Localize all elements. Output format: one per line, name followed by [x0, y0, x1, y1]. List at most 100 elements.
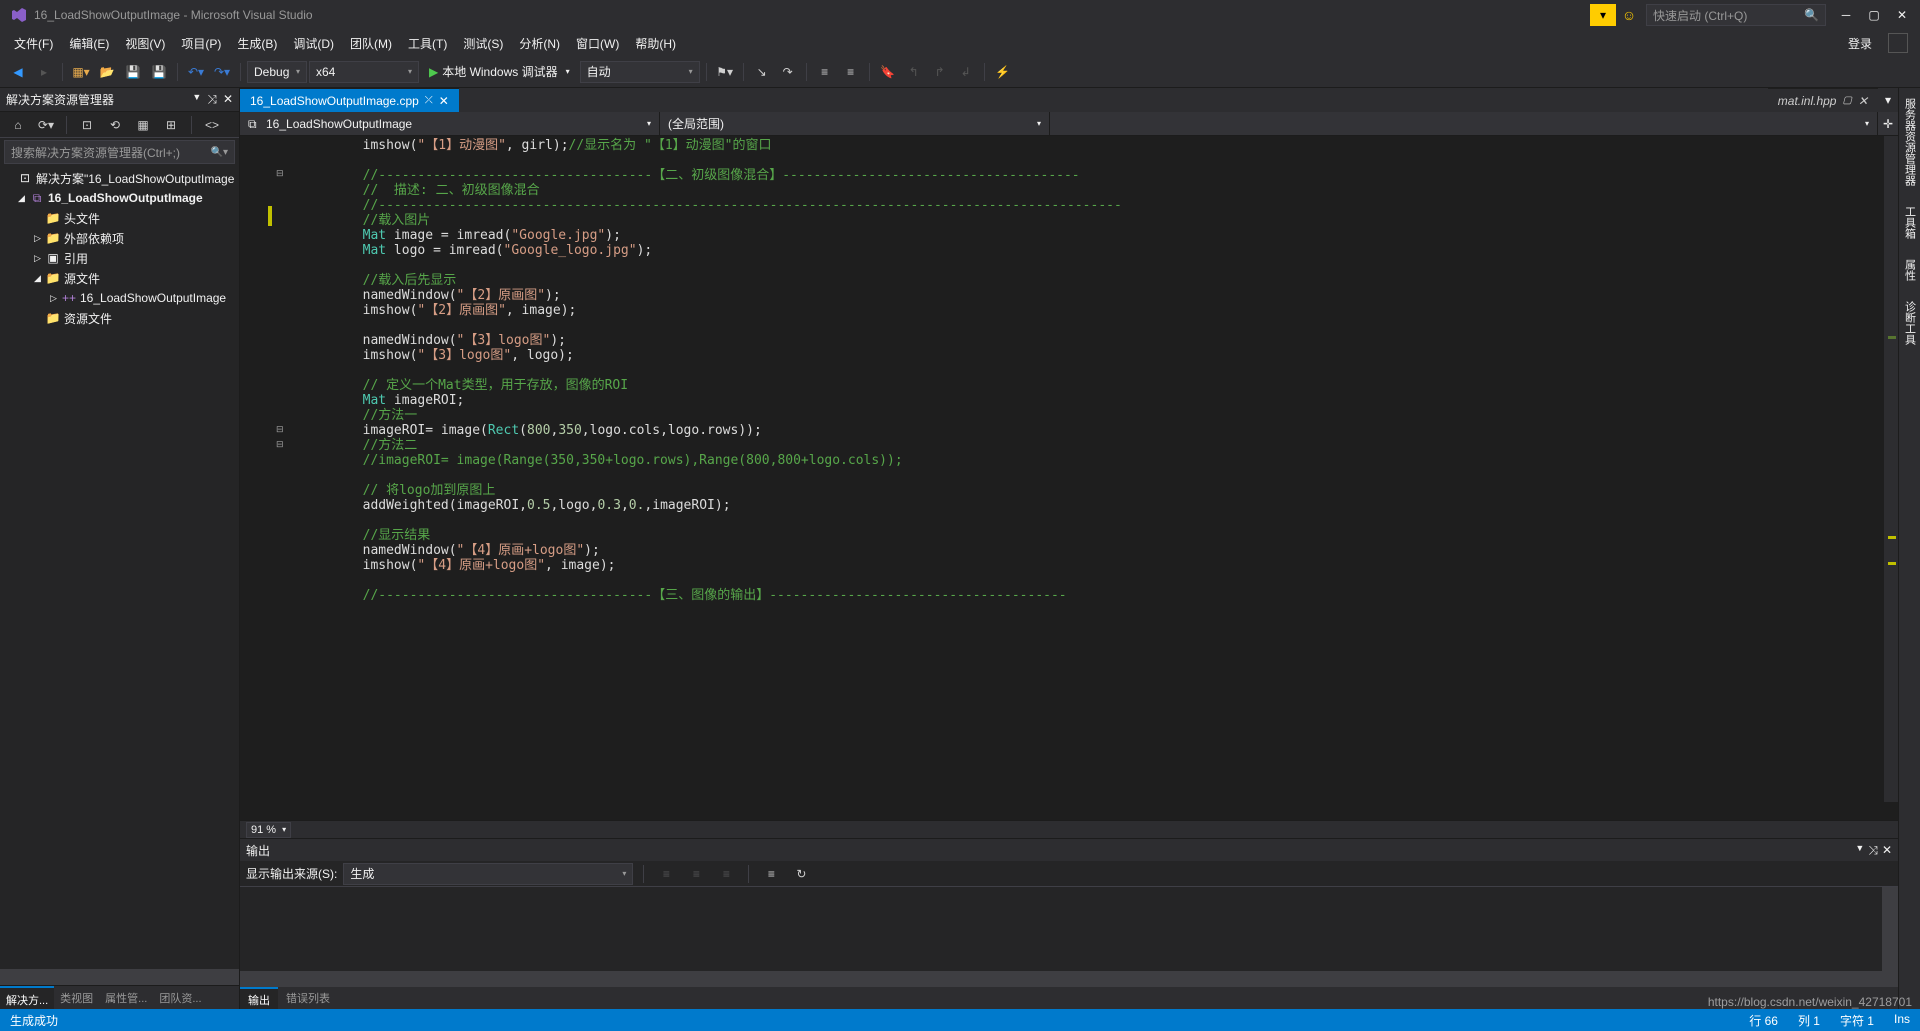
- menu-build[interactable]: 生成(B): [229, 31, 285, 56]
- scroll-minimap[interactable]: [1884, 136, 1898, 802]
- undo-button[interactable]: ↶▾: [184, 60, 208, 84]
- se-collapse-icon[interactable]: ⊡: [75, 113, 99, 137]
- se-properties-icon[interactable]: ⊞: [159, 113, 183, 137]
- status-char: 字符 1: [1840, 1012, 1874, 1029]
- quick-launch-input[interactable]: 快速启动 (Ctrl+Q) 🔍: [1646, 4, 1826, 26]
- comment-button[interactable]: ≡: [813, 60, 837, 84]
- user-avatar-icon[interactable]: [1888, 33, 1908, 53]
- menu-team[interactable]: 团队(M): [342, 31, 400, 56]
- output-clear2-icon[interactable]: ↻: [789, 862, 813, 886]
- rail-server-explorer[interactable]: 服务器资源管理器: [1900, 92, 1920, 192]
- output-next-icon[interactable]: ≡: [684, 862, 708, 886]
- output-text-area[interactable]: [240, 887, 1898, 987]
- nav-member-combo[interactable]: ▾: [1050, 112, 1878, 135]
- output-prev-icon[interactable]: ≡: [654, 862, 678, 886]
- output-tab-output[interactable]: 输出: [240, 987, 278, 1009]
- rail-diagnostics[interactable]: 诊断工具: [1900, 295, 1920, 351]
- se-code-icon[interactable]: <>: [200, 113, 224, 137]
- maximize-button[interactable]: ▢: [1860, 4, 1888, 26]
- nav-btn-3[interactable]: ↲: [954, 60, 978, 84]
- start-debug-button[interactable]: ▶本地 Windows 调试器▾: [421, 61, 578, 83]
- menu-project[interactable]: 项目(P): [173, 31, 229, 56]
- tab-dropdown-icon[interactable]: ▾: [1878, 88, 1898, 112]
- close-button[interactable]: ✕: [1888, 4, 1916, 26]
- notification-flag-icon[interactable]: ▾: [1590, 4, 1616, 26]
- toolbar-btn-1[interactable]: ⚑▾: [713, 60, 737, 84]
- platform-combo[interactable]: x64▾: [309, 61, 419, 83]
- panel-close-icon[interactable]: ✕: [223, 92, 233, 107]
- output-tab-errors[interactable]: 错误列表: [278, 987, 338, 1009]
- new-project-button[interactable]: ▦▾: [69, 60, 93, 84]
- panel-pin-icon[interactable]: ⤨: [1868, 843, 1878, 858]
- file-tab-preview[interactable]: mat.inl.hpp ▢ ✕: [1768, 88, 1878, 112]
- tab-close-icon[interactable]: ✕: [1858, 94, 1868, 108]
- step-over-button[interactable]: ↷: [776, 60, 800, 84]
- menu-view[interactable]: 视图(V): [117, 31, 173, 56]
- config-combo[interactable]: Debug▾: [247, 61, 307, 83]
- open-file-button[interactable]: 📂: [95, 60, 119, 84]
- nav-fwd-button[interactable]: ↱: [928, 60, 952, 84]
- output-scrollbar-h[interactable]: [240, 971, 1882, 987]
- tree-source-file[interactable]: ▷++ 16_LoadShowOutputImage: [0, 288, 239, 308]
- back-button[interactable]: ◀: [6, 60, 30, 84]
- save-all-button[interactable]: 💾: [147, 60, 171, 84]
- se-showfiles-icon[interactable]: ▦: [131, 113, 155, 137]
- menu-tools[interactable]: 工具(T): [400, 31, 455, 56]
- se-home-icon[interactable]: ⌂: [6, 113, 30, 137]
- output-scrollbar-v[interactable]: [1882, 887, 1898, 987]
- panel-close-icon[interactable]: ✕: [1882, 843, 1892, 858]
- tab-property-manager[interactable]: 属性管...: [99, 986, 153, 1009]
- menu-window[interactable]: 窗口(W): [568, 31, 627, 56]
- forward-button[interactable]: ▸: [32, 60, 56, 84]
- tab-close-icon[interactable]: ✕: [439, 94, 449, 108]
- tab-solution-explorer[interactable]: 解决方...: [0, 986, 54, 1009]
- menu-debug[interactable]: 调试(D): [285, 31, 342, 56]
- bookmark-button[interactable]: 🔖: [876, 60, 900, 84]
- step-into-button[interactable]: ↘: [750, 60, 774, 84]
- rail-toolbox[interactable]: 工具箱: [1900, 200, 1920, 245]
- menu-test[interactable]: 测试(S): [455, 31, 511, 56]
- se-refresh-icon[interactable]: ⟳▾: [34, 113, 58, 137]
- code-editor[interactable]: ⊟ ⊟ ⊟ imshow("【1】动漫图", girl);//显示名为 "【1】…: [240, 136, 1898, 820]
- nav-back-button[interactable]: ↰: [902, 60, 926, 84]
- output-source-combo[interactable]: 生成▾: [343, 863, 633, 885]
- nav-type-combo[interactable]: (全局范围) ▾: [660, 112, 1050, 135]
- menu-analyze[interactable]: 分析(N): [511, 31, 568, 56]
- tab-team-explorer[interactable]: 团队资...: [153, 986, 207, 1009]
- se-sync-icon[interactable]: ⟲: [103, 113, 127, 137]
- tree-project-node[interactable]: ◢⧉ 16_LoadShowOutputImage: [0, 188, 239, 208]
- se-scrollbar-h[interactable]: [0, 969, 239, 985]
- tree-solution-node[interactable]: ⊡ 解决方案"16_LoadShowOutputImage: [0, 168, 239, 188]
- panel-dropdown-icon[interactable]: ▼: [192, 92, 201, 107]
- tree-resources-folder[interactable]: 📁 资源文件: [0, 308, 239, 328]
- panel-dropdown-icon[interactable]: ▼: [1855, 843, 1864, 858]
- menu-help[interactable]: 帮助(H): [627, 31, 684, 56]
- zoom-combo[interactable]: 91 %▾: [246, 822, 291, 838]
- file-tab-active[interactable]: 16_LoadShowOutputImage.cpp ⤫ ✕: [240, 88, 459, 112]
- auto-combo[interactable]: 自动▾: [580, 61, 700, 83]
- nav-scope-combo[interactable]: ⧉ 16_LoadShowOutputImage ▾: [240, 112, 660, 135]
- solution-search-input[interactable]: 搜索解决方案资源管理器(Ctrl+;) 🔍▾: [4, 140, 235, 164]
- tree-refs-folder[interactable]: ▷▣ 引用: [0, 248, 239, 268]
- tab-class-view[interactable]: 类视图: [54, 986, 99, 1009]
- tree-sources-folder[interactable]: ◢📁 源文件: [0, 268, 239, 288]
- sign-in-link[interactable]: 登录: [1838, 31, 1882, 56]
- menu-edit[interactable]: 编辑(E): [61, 31, 117, 56]
- rail-properties[interactable]: 属性: [1900, 253, 1920, 287]
- promote-icon[interactable]: ▢: [1842, 95, 1851, 106]
- redo-button[interactable]: ↷▾: [210, 60, 234, 84]
- feedback-smile-icon[interactable]: ☺: [1616, 4, 1642, 26]
- menu-file[interactable]: 文件(F): [6, 31, 61, 56]
- output-clear-icon[interactable]: ≡: [714, 862, 738, 886]
- save-button[interactable]: 💾: [121, 60, 145, 84]
- tree-external-folder[interactable]: ▷📁 外部依赖项: [0, 228, 239, 248]
- nav-split-icon[interactable]: ✛: [1878, 117, 1898, 131]
- tree-headers-folder[interactable]: 📁 头文件: [0, 208, 239, 228]
- panel-pin-icon[interactable]: ⤨: [207, 92, 217, 107]
- solution-tree[interactable]: ⊡ 解决方案"16_LoadShowOutputImage ◢⧉ 16_Load…: [0, 166, 239, 969]
- minimize-button[interactable]: ─: [1832, 4, 1860, 26]
- uncomment-button[interactable]: ≡: [839, 60, 863, 84]
- pin-icon[interactable]: ⤫: [425, 95, 433, 106]
- find-button[interactable]: ⚡: [991, 60, 1015, 84]
- output-wrap-icon[interactable]: ≡: [759, 862, 783, 886]
